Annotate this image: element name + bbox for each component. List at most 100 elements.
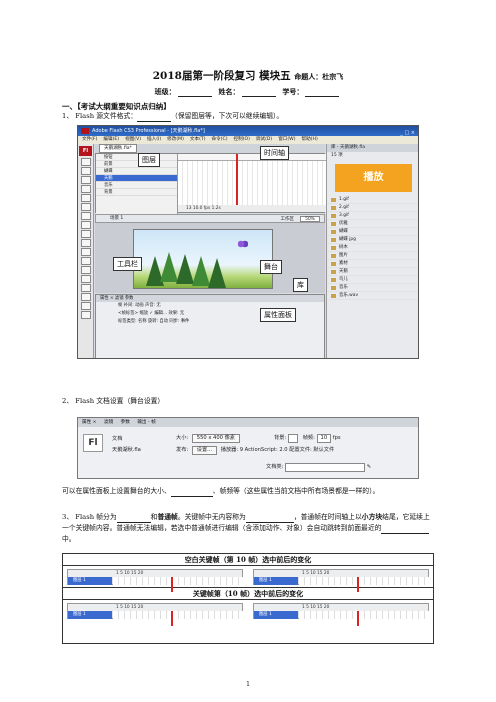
library-item[interactable]: 音乐 [327, 284, 418, 292]
menu-item[interactable]: 修改(M) [167, 137, 184, 142]
item-3-t1: Flash 帧分为 [75, 513, 117, 521]
layer-row[interactable]: 天鹅 [96, 175, 177, 182]
menu-item[interactable]: 控制(O) [234, 137, 250, 142]
subselect-tool-icon[interactable] [80, 167, 91, 175]
layer-label: 图层 1 [68, 611, 112, 619]
library-item[interactable]: 树木 [327, 244, 418, 252]
fps-input[interactable]: 10 [316, 434, 332, 443]
menu-item[interactable]: 编辑(E) [103, 137, 119, 142]
timeline-before: 1 5 10 15 20 图层 1 [67, 603, 243, 626]
library-item[interactable]: 蝴蝶 [327, 228, 418, 236]
playhead [171, 577, 173, 592]
bg-color-swatch[interactable] [287, 434, 298, 443]
window-title: Adobe Flash CS3 Professional - [天鹅湖秋.fla… [92, 128, 205, 134]
menu-item[interactable]: 视图(V) [125, 137, 141, 142]
butterfly-graphic [238, 240, 248, 248]
page-title: 2018届第一阶段复习 模块五 命题人：杜宗飞 [0, 68, 496, 83]
eraser-tool-icon[interactable] [80, 275, 91, 283]
page-number: 1 [246, 681, 250, 688]
selection-tool-icon[interactable] [80, 158, 91, 166]
library-item[interactable]: 蝴蝶 jpg [327, 236, 418, 244]
layer-row[interactable]: 前景 [96, 161, 177, 168]
text-tool-icon[interactable] [80, 203, 91, 211]
ink-bottle-tool-icon[interactable] [80, 248, 91, 256]
line-tool-icon[interactable] [80, 212, 91, 220]
layer-label: 图层 1 [254, 577, 298, 585]
brush-tool-icon[interactable] [80, 239, 91, 247]
frame-grid[interactable] [178, 161, 326, 207]
tab-output[interactable]: 输出 - 帧 [137, 420, 155, 425]
para-after-fig2: 可以在属性面板上设置舞台的大小、 、帧频等（这些属性当前文档中所有场景都是一样的）… [62, 486, 434, 497]
library-item[interactable]: 优雅 [327, 220, 418, 228]
library-header: 库 - 天鹅湖秋.fla [327, 144, 418, 152]
props-tabs[interactable]: 属性 × 滤镜 参数 [96, 295, 324, 302]
window-controls-icon[interactable]: _ □ × [400, 128, 415, 138]
layer-row[interactable]: 背景 [96, 189, 177, 196]
tab-parameters[interactable]: 参数 [121, 420, 130, 425]
playhead [357, 577, 359, 592]
flash-logo-icon [81, 128, 89, 134]
playhead [357, 611, 359, 626]
tab-properties[interactable]: 属性 × [82, 420, 97, 425]
library-item[interactable]: 鸟儿 [327, 276, 418, 284]
item-2-num: 2、 [62, 397, 74, 405]
zoom-select[interactable]: 50% [300, 216, 320, 222]
library-item[interactable]: 2.gif [327, 204, 418, 212]
tab-filters[interactable]: 滤镜 [104, 420, 113, 425]
timeline-panel: 按钮 前景 蝴蝶 天鹅 音乐 背景 13 10.0 fps 1.2s [95, 153, 326, 214]
library-list: 1.gif 2.gif 3.gif 优雅 蝴蝶 蝴蝶 jpg 树木 图片 素材 天鹅 鸟儿 音乐 音乐.… [327, 196, 418, 300]
library-item[interactable]: 1.gif [327, 196, 418, 204]
layer-row[interactable]: 音乐 [96, 182, 177, 189]
name-label: 姓名： [218, 87, 240, 96]
doc-class-label: 文档类: [266, 464, 284, 470]
pen-tool-icon[interactable] [80, 194, 91, 202]
library-item[interactable]: 音乐.wav [327, 292, 418, 300]
fps-label: 帧频: [302, 435, 315, 441]
menu-item[interactable]: 帮助(H) [302, 137, 318, 142]
size-label: 大小: [176, 435, 189, 441]
timeline-after: 1 5 10 15 20 图层 1 [253, 603, 429, 626]
zoom-tool-icon[interactable] [80, 293, 91, 301]
nearest-keyframe-blank [381, 526, 430, 534]
menu-item[interactable]: 调试(D) [256, 137, 272, 142]
hand-tool-icon[interactable] [80, 284, 91, 292]
paint-bucket-tool-icon[interactable] [80, 257, 91, 265]
ruler: 1 5 10 15 20 [254, 604, 428, 611]
stage-canvas[interactable] [133, 229, 273, 289]
callout-stage: 舞台 [260, 260, 282, 274]
frames [113, 611, 243, 626]
fill-color-icon[interactable] [80, 311, 91, 319]
playhead [171, 611, 173, 626]
class-blank [177, 89, 212, 97]
item-1-hint: （保留图层等，下次可以继续编辑）。 [171, 112, 284, 120]
menu-bar: 文件(F) 编辑(E) 视图(V) 插入(I) 修改(M) 文本(T) 命令(C) 控制(O)… [78, 136, 418, 144]
library-item[interactable]: 天鹅 [327, 268, 418, 276]
doc-tab[interactable]: 天鹅湖秋.fla* [99, 144, 137, 153]
pencil-icon[interactable]: ✎ [367, 464, 371, 470]
free-transform-tool-icon[interactable] [80, 176, 91, 184]
pencil-tool-icon[interactable] [80, 230, 91, 238]
bgcolor-blank [170, 489, 213, 497]
stroke-color-icon[interactable] [80, 302, 91, 310]
layer-label: 图层 1 [68, 577, 112, 585]
library-item[interactable]: 3.gif [327, 212, 418, 220]
item-3-num: 3、 [62, 513, 74, 521]
menu-item[interactable]: 文件(F) [82, 137, 97, 142]
layer-row[interactable]: 按钮 [96, 154, 177, 161]
menu-item[interactable]: 文本(T) [190, 137, 206, 142]
playhead[interactable] [236, 154, 238, 207]
menu-item[interactable]: 窗口(W) [278, 137, 295, 142]
settings-button[interactable]: 设置... [191, 446, 218, 455]
size-button[interactable]: 550 x 400 像素 [191, 434, 240, 443]
keyframe-blank [116, 515, 151, 523]
menu-item[interactable]: 命令(C) [212, 137, 228, 142]
doc-class-input[interactable] [284, 463, 365, 472]
menu-item[interactable]: 插入(I) [147, 137, 161, 142]
rectangle-tool-icon[interactable] [80, 221, 91, 229]
lasso-tool-icon[interactable] [80, 185, 91, 193]
callout-toolbox: 工具栏 [113, 257, 142, 271]
eyedropper-tool-icon[interactable] [80, 266, 91, 274]
library-item[interactable]: 素材 [327, 260, 418, 268]
library-item[interactable]: 图片 [327, 252, 418, 260]
layer-row[interactable]: 蝴蝶 [96, 168, 177, 175]
